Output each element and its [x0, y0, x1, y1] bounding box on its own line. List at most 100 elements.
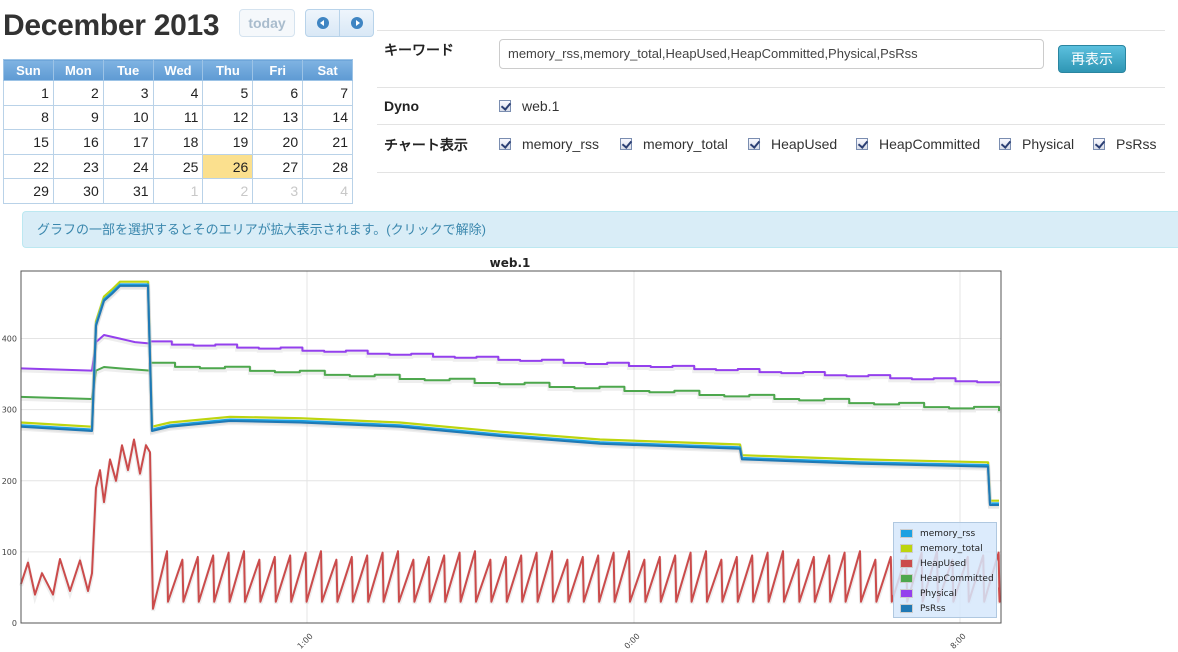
- calendar-day[interactable]: 17: [102, 129, 154, 155]
- divider: [377, 30, 1165, 31]
- dyno-checkbox-web1[interactable]: web.1: [499, 98, 559, 114]
- series-shadow: [20, 285, 999, 509]
- series-shadow: [20, 284, 999, 508]
- legend-label: memory_total: [920, 543, 983, 554]
- calendar-day[interactable]: 7: [302, 80, 353, 106]
- y-tick-label: 0: [12, 619, 17, 628]
- calendar-nav-group: [305, 9, 374, 37]
- calendar-day[interactable]: 12: [202, 104, 254, 131]
- memory-chart[interactable]: web.1 0 100 200 300 400 1:00 0:00 8:00: [0, 255, 1010, 652]
- calendar-week: 8 9 10 11 12 13 14: [3, 104, 353, 131]
- calendar-day[interactable]: 6: [252, 80, 304, 106]
- calendar-day[interactable]: 22: [3, 153, 54, 180]
- chart-checkbox-memory-rss[interactable]: memory_rss: [499, 136, 599, 152]
- calendar-day[interactable]: 2: [52, 80, 104, 106]
- weekday-header: Wed: [152, 59, 204, 81]
- chart-x-axis: 1:00 0:00 8:00: [296, 632, 968, 651]
- legend-swatch: [900, 529, 913, 538]
- redisplay-button[interactable]: 再表示: [1058, 45, 1126, 73]
- calendar-day[interactable]: 31: [102, 178, 154, 204]
- chart-display-label: チャート表示: [384, 137, 468, 153]
- checkbox-checked-icon: [499, 138, 511, 150]
- calendar-day[interactable]: 11: [152, 104, 204, 131]
- y-tick-label: 300: [2, 406, 17, 415]
- chart-option-label: memory_total: [643, 136, 728, 152]
- calendar-day[interactable]: 21: [302, 129, 353, 155]
- calendar-week: 22 23 24 25 26 27 28: [3, 153, 353, 180]
- legend-label: HeapCommitted: [920, 573, 994, 584]
- legend-swatch: [900, 604, 913, 613]
- legend-item: memory_total: [894, 541, 996, 556]
- chart-checkbox-memory-total[interactable]: memory_total: [620, 136, 728, 152]
- calendar-week: 1 2 3 4 5 6 7: [3, 80, 353, 106]
- dyno-label: Dyno: [384, 98, 419, 114]
- prev-month-button[interactable]: [305, 9, 340, 37]
- legend-swatch: [900, 559, 913, 568]
- checkbox-checked-icon: [748, 138, 760, 150]
- calendar-day[interactable]: 5: [202, 80, 254, 106]
- calendar-day[interactable]: 29: [3, 178, 54, 204]
- x-tick-label: 1:00: [296, 632, 315, 651]
- series-shadow: [20, 362, 1001, 414]
- chart-y-axis: 0 100 200 300 400: [2, 335, 17, 628]
- calendar-day[interactable]: 28: [302, 153, 353, 180]
- chart-legend: memory_rss memory_total HeapUsed HeapCommit…: [893, 522, 997, 618]
- weekday-header: Tue: [102, 59, 154, 81]
- today-button[interactable]: today: [239, 9, 295, 37]
- keyword-input[interactable]: memory_rss,memory_total,HeapUsed,HeapCom…: [499, 39, 1044, 69]
- calendar-day[interactable]: 20: [252, 129, 304, 155]
- calendar-day[interactable]: 9: [52, 104, 104, 131]
- chart-option-label: memory_rss: [522, 136, 600, 152]
- series-line-psrss: [20, 284, 999, 506]
- legend-item: HeapUsed: [894, 556, 996, 571]
- chart-option-label: Physical: [1022, 136, 1075, 152]
- calendar-day[interactable]: 27: [252, 153, 304, 180]
- keyword-label: キーワード: [384, 42, 454, 58]
- chart-option-label: PsRss: [1116, 136, 1157, 152]
- legend-swatch: [900, 544, 913, 553]
- dyno-option-label: web.1: [522, 98, 560, 114]
- series-line-memory-rss: [20, 283, 999, 505]
- y-tick-label: 200: [2, 477, 17, 486]
- chevron-left-icon: [316, 17, 329, 29]
- calendar-day[interactable]: 23: [52, 153, 104, 180]
- calendar-grid: Sun Mon Tue Wed Thu Fri Sat 1 2 3 4 5 6 …: [3, 59, 353, 204]
- calendar-day[interactable]: 19: [202, 129, 254, 155]
- chart-checkbox-heapcommitted[interactable]: HeapCommitted: [856, 136, 980, 152]
- calendar-day[interactable]: 24: [102, 153, 154, 180]
- calendar-day[interactable]: 25: [152, 153, 204, 180]
- next-month-button[interactable]: [340, 9, 374, 37]
- chart-checkbox-physical[interactable]: Physical: [999, 136, 1074, 152]
- calendar-day[interactable]: 3: [102, 80, 154, 106]
- x-tick-label: 0:00: [623, 632, 642, 651]
- series-line-memory-total: [20, 280, 999, 502]
- calendar-day[interactable]: 4: [152, 80, 204, 106]
- calendar-day[interactable]: 15: [3, 129, 54, 155]
- weekday-header: Mon: [52, 59, 104, 81]
- divider: [377, 124, 1165, 125]
- calendar-day-other-month[interactable]: 2: [202, 178, 254, 204]
- weekday-header: Sun: [3, 59, 54, 81]
- calendar-day-other-month[interactable]: 3: [252, 178, 304, 204]
- legend-swatch: [900, 574, 913, 583]
- weekday-header: Sat: [302, 59, 353, 81]
- calendar-day-other-month[interactable]: 4: [302, 178, 353, 204]
- calendar-day[interactable]: 13: [252, 104, 304, 131]
- calendar-day[interactable]: 1: [3, 80, 54, 106]
- legend-swatch: [900, 589, 913, 598]
- legend-item: PsRss: [894, 601, 996, 616]
- info-alert[interactable]: グラフの一部を選択するとそのエリアが拡大表示されます。(クリックで解除): [22, 211, 1178, 248]
- calendar-day[interactable]: 18: [152, 129, 204, 155]
- calendar-day[interactable]: 14: [302, 104, 353, 131]
- checkbox-checked-icon: [856, 138, 868, 150]
- chart-checkbox-psrss[interactable]: PsRss: [1093, 136, 1156, 152]
- weekday-header: Fri: [252, 59, 304, 81]
- calendar-day[interactable]: 10: [102, 104, 154, 131]
- calendar-day[interactable]: 16: [52, 129, 104, 155]
- calendar-day[interactable]: 8: [3, 104, 54, 131]
- chevron-right-icon: [350, 17, 363, 29]
- calendar-day-today[interactable]: 26: [202, 153, 254, 180]
- calendar-day-other-month[interactable]: 1: [152, 178, 204, 204]
- calendar-day[interactable]: 30: [52, 178, 104, 204]
- chart-checkbox-heapused[interactable]: HeapUsed: [748, 136, 837, 152]
